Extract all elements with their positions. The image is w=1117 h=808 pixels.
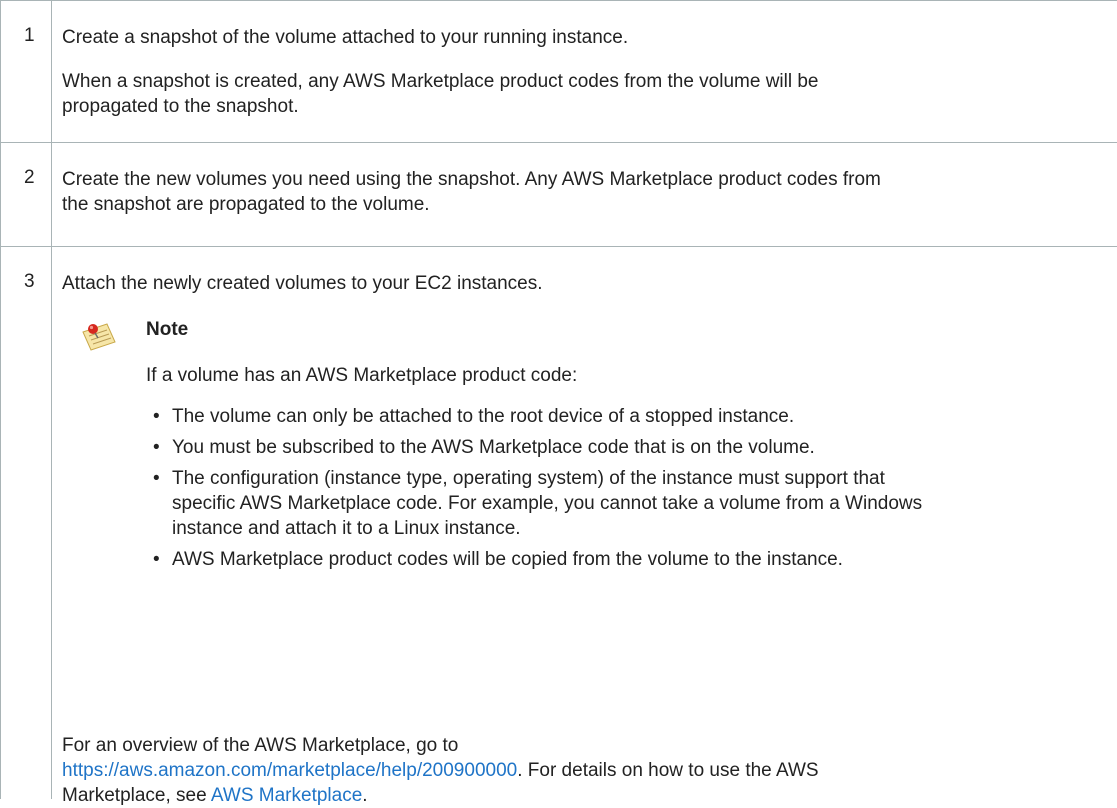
overview-text: . For details on how to use the AWS bbox=[517, 760, 819, 781]
step-text: Create a snapshot of the volume attached… bbox=[62, 27, 629, 48]
left-border bbox=[0, 1, 1, 142]
overview-paragraph: For an overview of the AWS Marketplace, … bbox=[62, 733, 819, 808]
step-content: Create a snapshot of the volume attached… bbox=[52, 1, 1117, 142]
step-detail: When a snapshot is created, any AWS Mark… bbox=[62, 71, 819, 92]
bullet-icon: • bbox=[153, 549, 160, 570]
list-item: • The configuration (instance type, oper… bbox=[146, 466, 1117, 541]
note-intro: If a volume has an AWS Marketplace produ… bbox=[146, 365, 578, 386]
step-text: Create the new volumes you need using th… bbox=[62, 169, 881, 190]
bullet-icon: • bbox=[153, 437, 160, 458]
step-row-3: 3 Attach the newly created volumes to yo… bbox=[0, 247, 1117, 806]
note-title: Note bbox=[146, 319, 189, 340]
list-item: • You must be subscribed to the AWS Mark… bbox=[146, 435, 1117, 460]
bullet-text: You must be subscribed to the AWS Market… bbox=[172, 437, 815, 458]
bullet-icon: • bbox=[153, 468, 160, 489]
step-text: Attach the newly created volumes to your… bbox=[62, 273, 543, 294]
bullet-text: The volume can only be attached to the r… bbox=[172, 406, 795, 427]
bullet-text: specific AWS Marketplace code. For examp… bbox=[172, 493, 923, 514]
overview-line: For an overview of the AWS Marketplace, … bbox=[62, 735, 459, 756]
step-detail: propagated to the snapshot. bbox=[62, 96, 299, 117]
list-item: • AWS Marketplace product codes will be … bbox=[146, 547, 1117, 572]
overview-line: https://aws.amazon.com/marketplace/help/… bbox=[62, 758, 819, 783]
note-bullet-list: • The volume can only be attached to the… bbox=[146, 404, 1117, 572]
steps-table: 1 Create a snapshot of the volume attach… bbox=[0, 0, 1117, 806]
left-border bbox=[0, 247, 1, 799]
step-content: Create the new volumes you need using th… bbox=[52, 143, 1117, 246]
step-row-1: 1 Create a snapshot of the volume attach… bbox=[0, 1, 1117, 143]
step-content: Attach the newly created volumes to your… bbox=[52, 247, 1117, 799]
bullet-text: The configuration (instance type, operat… bbox=[172, 468, 885, 489]
left-border bbox=[0, 143, 1, 246]
step-row-2: 2 Create the new volumes you need using … bbox=[0, 143, 1117, 247]
bullet-icon: • bbox=[153, 406, 160, 427]
bullet-text: instance and attach it to a Linux instan… bbox=[172, 518, 521, 539]
list-item: • The volume can only be attached to the… bbox=[146, 404, 1117, 429]
step-text: the snapshot are propagated to the volum… bbox=[62, 194, 430, 215]
step-number: 2 bbox=[0, 143, 52, 246]
step-number: 3 bbox=[0, 247, 52, 799]
step-number: 1 bbox=[0, 1, 52, 142]
note-callout: Note If a volume has an AWS Marketplace … bbox=[62, 318, 1117, 572]
note-pushpin-icon bbox=[81, 322, 117, 352]
marketplace-help-link[interactable]: https://aws.amazon.com/marketplace/help/… bbox=[62, 760, 517, 781]
bullet-text: AWS Marketplace product codes will be co… bbox=[172, 549, 843, 570]
